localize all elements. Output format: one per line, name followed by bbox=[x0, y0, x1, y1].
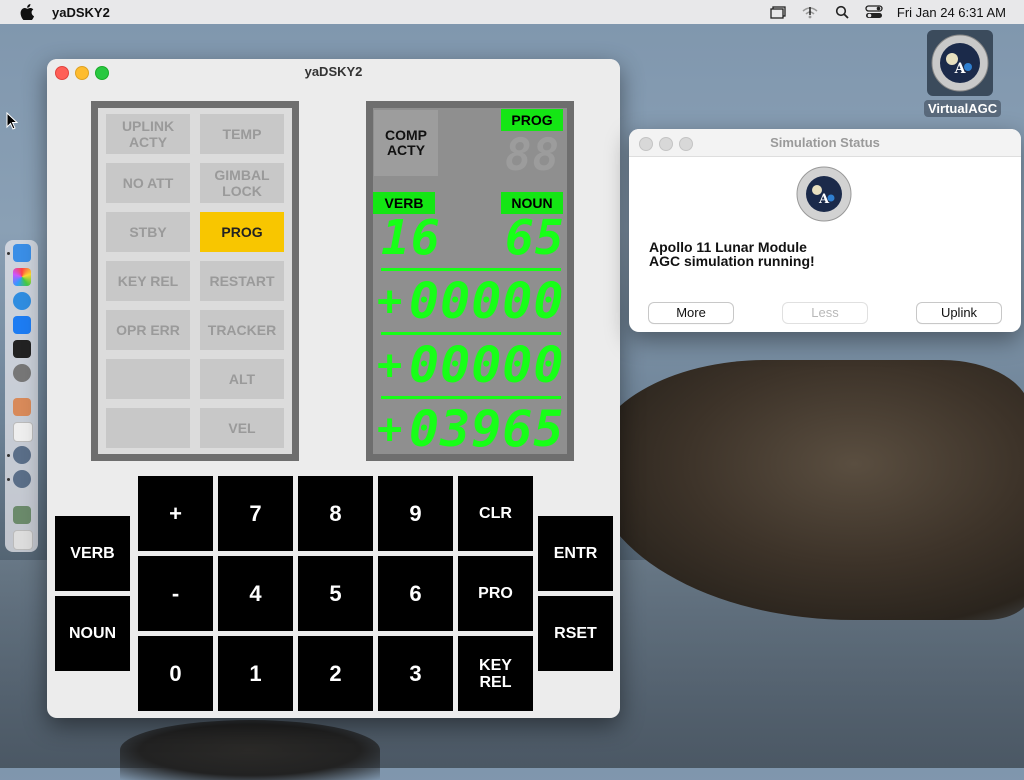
key-3[interactable]: 3 bbox=[378, 636, 453, 711]
key-8[interactable]: 8 bbox=[298, 476, 373, 551]
separator-line bbox=[381, 332, 561, 335]
key-0[interactable]: 0 bbox=[138, 636, 213, 711]
wifi-off-icon[interactable] bbox=[801, 5, 819, 19]
terminal-icon[interactable] bbox=[13, 340, 31, 358]
desktop-icon-label: VirtualAGC bbox=[924, 100, 1002, 117]
wallpaper-rock-small bbox=[120, 720, 380, 780]
clock[interactable]: Fri Jan 24 6:31 AM bbox=[897, 5, 1006, 20]
pro-key[interactable]: PRO bbox=[458, 556, 533, 631]
close-button[interactable] bbox=[55, 66, 69, 80]
window-title: Simulation Status bbox=[770, 135, 880, 150]
dsky-window: yaDSKY2 UPLINK ACTY TEMP NO ATT GIMBAL LOCK… bbox=[47, 59, 620, 718]
app-name-menu[interactable]: yaDSKY2 bbox=[52, 5, 110, 20]
verb-key[interactable]: VERB bbox=[55, 516, 130, 591]
lamp-blank-left-2 bbox=[106, 408, 190, 448]
register-2-digits: 00000 bbox=[409, 336, 565, 394]
safari-icon[interactable] bbox=[13, 292, 31, 310]
window-title: yaDSKY2 bbox=[304, 64, 363, 79]
search-icon[interactable] bbox=[833, 5, 851, 19]
minimize-button[interactable] bbox=[659, 137, 673, 151]
register-1-sign: + bbox=[377, 276, 404, 325]
separator-line bbox=[381, 396, 561, 399]
lamp-prog: PROG bbox=[200, 212, 284, 252]
finder-icon[interactable] bbox=[13, 244, 31, 262]
key-7[interactable]: 7 bbox=[218, 476, 293, 551]
running-indicator bbox=[7, 454, 10, 457]
status-titlebar[interactable]: Simulation Status bbox=[629, 129, 1021, 157]
verb-digits: 16 bbox=[381, 210, 441, 266]
key-2[interactable]: 2 bbox=[298, 636, 373, 711]
lamp-no-att: NO ATT bbox=[106, 163, 190, 203]
mouse-cursor-icon bbox=[6, 112, 19, 130]
zoom-button[interactable] bbox=[679, 137, 693, 151]
notes-icon[interactable] bbox=[13, 422, 33, 442]
window-switcher-icon[interactable] bbox=[769, 5, 787, 19]
textedit-icon[interactable] bbox=[13, 398, 31, 416]
register-3-sign: + bbox=[377, 404, 404, 453]
dsky-titlebar[interactable]: yaDSKY2 bbox=[47, 59, 620, 85]
noun-digits: 65 bbox=[505, 210, 565, 266]
zoom-button[interactable] bbox=[95, 66, 109, 80]
lamp-restart: RESTART bbox=[200, 261, 284, 301]
rset-key[interactable]: RSET bbox=[538, 596, 613, 671]
lamp-gimbal-lock: GIMBAL LOCK bbox=[200, 163, 284, 203]
preview-icon[interactable] bbox=[13, 506, 31, 524]
comp-acty-lamp: COMP ACTY bbox=[374, 110, 438, 176]
running-indicator bbox=[7, 252, 10, 255]
launchpad-icon[interactable] bbox=[13, 268, 31, 286]
register-2-sign: + bbox=[377, 340, 404, 389]
trash-icon[interactable] bbox=[13, 530, 33, 550]
key-5[interactable]: 5 bbox=[298, 556, 373, 631]
register-1-digits: 00000 bbox=[409, 272, 565, 330]
display-panel: COMP ACTY PROG 88 VERB NOUN 16 65 + 0000… bbox=[366, 101, 574, 461]
key-6[interactable]: 6 bbox=[378, 556, 453, 631]
svg-text:A: A bbox=[818, 192, 830, 207]
simulation-status-window: Simulation Status A Apollo 11 Lunar Modu… bbox=[629, 129, 1021, 332]
control-center-icon[interactable] bbox=[865, 5, 883, 19]
lamp-stby: STBY bbox=[106, 212, 190, 252]
lamp-opr-err: OPR ERR bbox=[106, 310, 190, 350]
minimize-button[interactable] bbox=[75, 66, 89, 80]
register-3-digits: 03965 bbox=[409, 400, 565, 458]
close-button[interactable] bbox=[639, 137, 653, 151]
apollo-logo-icon: A bbox=[927, 30, 993, 96]
separator-line bbox=[381, 268, 561, 271]
yadsky-dock-icon[interactable] bbox=[13, 470, 31, 488]
menu-bar: yaDSKY2 Fri Jan 24 6:31 AM bbox=[0, 0, 1024, 24]
lamp-blank-left-1 bbox=[106, 359, 190, 399]
prog-label: PROG bbox=[501, 109, 563, 131]
key-4[interactable]: 4 bbox=[218, 556, 293, 631]
lamp-temp: TEMP bbox=[200, 114, 284, 154]
app-store-icon[interactable] bbox=[13, 316, 31, 334]
indicator-panel: UPLINK ACTY TEMP NO ATT GIMBAL LOCK STBY PROG… bbox=[91, 101, 299, 461]
noun-key[interactable]: NOUN bbox=[55, 596, 130, 671]
lamp-uplink-acty: UPLINK ACTY bbox=[106, 114, 190, 154]
system-preferences-icon[interactable] bbox=[13, 364, 31, 382]
svg-text:A: A bbox=[954, 61, 967, 77]
plus-key[interactable]: + bbox=[138, 476, 213, 551]
minus-key[interactable]: - bbox=[138, 556, 213, 631]
apple-icon[interactable] bbox=[20, 4, 34, 20]
virtualagc-dock-icon[interactable] bbox=[13, 446, 31, 464]
desktop-icon-virtualagc[interactable]: A VirtualAGC bbox=[924, 30, 1002, 118]
less-button: Less bbox=[783, 303, 867, 323]
more-button[interactable]: More bbox=[649, 303, 733, 323]
entr-key[interactable]: ENTR bbox=[538, 516, 613, 591]
lamp-alt: ALT bbox=[200, 359, 284, 399]
status-message: Apollo 11 Lunar Module AGC simulation ru… bbox=[649, 239, 815, 269]
key-1[interactable]: 1 bbox=[218, 636, 293, 711]
lamp-key-rel: KEY REL bbox=[106, 261, 190, 301]
apollo-logo-icon: A bbox=[796, 166, 852, 227]
dock bbox=[5, 240, 38, 552]
lamp-tracker: TRACKER bbox=[200, 310, 284, 350]
key-9[interactable]: 9 bbox=[378, 476, 453, 551]
key-rel-key[interactable]: KEY REL bbox=[458, 636, 533, 711]
clr-key[interactable]: CLR bbox=[458, 476, 533, 551]
prog-digits: 88 bbox=[505, 130, 560, 181]
lamp-vel: VEL bbox=[200, 408, 284, 448]
running-indicator bbox=[7, 478, 10, 481]
uplink-button[interactable]: Uplink bbox=[917, 303, 1001, 323]
